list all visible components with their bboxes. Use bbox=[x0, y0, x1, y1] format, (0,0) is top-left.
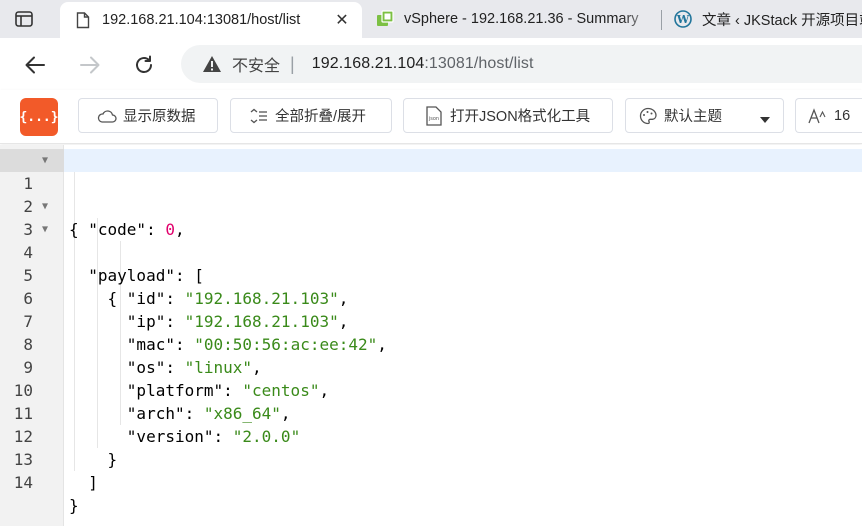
url-path: :13081/host/list bbox=[424, 55, 534, 72]
address-divider: | bbox=[290, 53, 295, 74]
palette-icon bbox=[638, 106, 658, 126]
code-text: } bbox=[69, 496, 79, 515]
tab-host-list[interactable]: 192.168.21.104:13081/host/list ✕ bbox=[60, 2, 362, 38]
show-raw-button[interactable]: 显示原数据 bbox=[78, 98, 218, 133]
code-line: 14 } bbox=[0, 448, 862, 515]
fold-all-label: 全部折叠/展开 bbox=[275, 109, 367, 125]
url-text[interactable]: 192.168.21.104:13081/host/list bbox=[312, 55, 534, 73]
json-viewer-logo[interactable]: {...} bbox=[19, 98, 59, 136]
tab-title: 文章 ‹ JKStack 开源项目站 bbox=[702, 12, 862, 29]
code-line: 3 ▼ "payload": [ bbox=[0, 195, 862, 285]
tab-vsphere[interactable]: vSphere - 192.168.21.36 - Summary bbox=[362, 0, 660, 38]
close-icon[interactable]: ✕ bbox=[332, 10, 352, 30]
fold-toggle-icon[interactable]: ▼ bbox=[42, 218, 48, 241]
back-arrow-icon bbox=[25, 56, 45, 74]
code-line: 9 "platform": "centos", bbox=[0, 333, 862, 400]
line-number: 14 bbox=[13, 473, 33, 492]
reload-button[interactable] bbox=[129, 50, 159, 80]
code-line: 4 ▼ { bbox=[0, 218, 862, 308]
address-bar[interactable]: 不安全 | 192.168.21.104:13081/host/list bbox=[181, 45, 862, 83]
code-text: ] bbox=[88, 473, 98, 492]
fold-toggle-icon[interactable]: ▼ bbox=[42, 149, 48, 172]
code-line: 2 "code": 0, bbox=[0, 172, 862, 239]
warning-icon[interactable] bbox=[201, 53, 223, 75]
open-formatter-label: 打开JSON格式化工具 bbox=[450, 109, 591, 125]
tab-actions-button[interactable] bbox=[13, 9, 35, 29]
vsphere-icon bbox=[376, 10, 394, 28]
reload-icon bbox=[136, 55, 152, 73]
security-label[interactable]: 不安全 bbox=[232, 52, 280, 76]
tab-title: 192.168.21.104:13081/host/list bbox=[102, 12, 301, 28]
tab-wordpress[interactable]: W 文章 ‹ JKStack 开源项目站 bbox=[660, 0, 862, 38]
code-line: 11 "version": "2.0.0" bbox=[0, 379, 862, 446]
wordpress-icon: W bbox=[674, 10, 692, 28]
page-icon bbox=[74, 11, 92, 29]
svg-text:json: json bbox=[428, 116, 439, 122]
code-line: 1 ▼ { bbox=[0, 149, 862, 239]
code-line: 6 "ip": "192.168.21.103", bbox=[0, 264, 862, 331]
navigation-bar: 不安全 | 192.168.21.104:13081/host/list bbox=[0, 38, 862, 90]
back-button[interactable] bbox=[20, 50, 50, 80]
code-line: 7 "mac": "00:50:56:ac:ee:42", bbox=[0, 287, 862, 354]
cloud-icon bbox=[97, 106, 117, 126]
window-icon bbox=[15, 11, 33, 27]
font-size-icon bbox=[808, 106, 828, 126]
fold-all-button[interactable]: 全部折叠/展开 bbox=[230, 98, 392, 133]
forward-arrow-icon bbox=[80, 56, 100, 74]
json-file-icon: json bbox=[424, 105, 444, 126]
json-viewer-toolbar: {...} 显示原数据 全部折叠/展开 json 打开JSON格式化工具 默认主… bbox=[0, 90, 862, 144]
code-line: 13 ] bbox=[0, 425, 862, 492]
json-editor[interactable]: 1 ▼ { 2 "code": 0, 3 ▼ "payload": [ 4 ▼ … bbox=[0, 145, 862, 526]
fold-toggle-icon[interactable]: ▼ bbox=[42, 195, 48, 218]
tab-strip: 192.168.21.104:13081/host/list ✕ vSphere… bbox=[0, 0, 862, 38]
theme-label: 默认主题 bbox=[664, 109, 722, 125]
url-host: 192.168.21.104 bbox=[311, 55, 425, 72]
code-line: 12 } bbox=[0, 402, 862, 469]
fold-icon bbox=[249, 106, 269, 126]
forward-button[interactable] bbox=[75, 50, 105, 80]
svg-text:W: W bbox=[676, 13, 690, 26]
open-formatter-button[interactable]: json 打开JSON格式化工具 bbox=[403, 98, 613, 133]
code-line: 8 "os": "linux", bbox=[0, 310, 862, 377]
theme-select[interactable]: 默认主题 bbox=[625, 98, 784, 133]
font-size-select[interactable]: 16 bbox=[795, 98, 862, 133]
font-size-value: 16 bbox=[834, 107, 851, 124]
show-raw-label: 显示原数据 bbox=[123, 109, 196, 125]
code-line: 5 "id": "192.168.21.103", bbox=[0, 241, 862, 308]
tab-title: vSphere - 192.168.21.36 - Summary bbox=[404, 11, 639, 27]
chevron-down-icon bbox=[759, 112, 771, 128]
code-line: 10 "arch": "x86_64", bbox=[0, 356, 862, 423]
